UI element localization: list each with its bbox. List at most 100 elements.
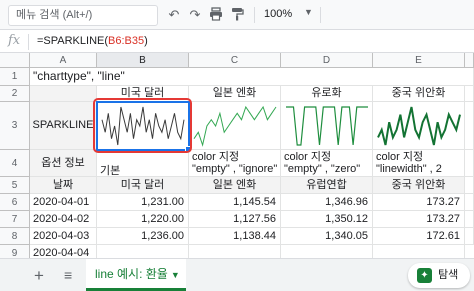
cell-a4[interactable]: 옵션 정보 <box>30 150 97 177</box>
table-cell[interactable]: 173.27 <box>373 194 465 211</box>
table-cell[interactable]: 2020-04-03 <box>30 228 97 245</box>
cell-a3[interactable]: SPARKLINE <box>30 102 97 150</box>
formula-prefix: =SPARKLINE( <box>37 35 109 47</box>
cell-b5[interactable]: 미국 달러 <box>97 177 189 194</box>
cell-f4[interactable] <box>465 150 474 177</box>
cell-c4[interactable]: color 지정 "empty" , "ignore" <box>189 150 281 177</box>
row-header[interactable]: 7 <box>0 211 30 228</box>
column-header-a[interactable]: A <box>30 53 97 68</box>
cell-d2[interactable]: 유로화 <box>281 86 373 102</box>
explore-label: 탐색 <box>438 269 459 281</box>
sheet-tab-bar: + ≡ line 예시: 환율 ▼ ✦ 탐색 <box>0 258 474 291</box>
table-cell[interactable] <box>465 194 474 211</box>
column-header-e[interactable]: E <box>373 53 465 68</box>
table-cell[interactable]: 1,127.56 <box>189 211 281 228</box>
cell-e2[interactable]: 중국 위안화 <box>373 86 465 102</box>
cell-b3[interactable] <box>97 102 189 150</box>
column-header-b[interactable]: B <box>97 53 189 68</box>
cell-e3[interactable] <box>373 102 465 150</box>
table-cell[interactable]: 1,220.00 <box>97 211 189 228</box>
cell-d5[interactable]: 유럽연합 <box>281 177 373 194</box>
column-header-c[interactable]: C <box>189 53 281 68</box>
row-header[interactable]: 4 <box>0 150 30 177</box>
toolbar: 메뉴 검색 (Alt+/) ↶ ↷ 100% ▼ <box>0 0 474 30</box>
chevron-down-icon[interactable]: ▼ <box>304 7 313 17</box>
row-header[interactable]: 3 <box>0 102 30 150</box>
print-icon[interactable] <box>208 7 224 23</box>
column-header-f[interactable] <box>465 53 474 68</box>
formula-bar: fx =SPARKLINE(B6:B35) <box>0 31 474 53</box>
table-cell[interactable]: 173.27 <box>373 211 465 228</box>
table-cell[interactable]: 1,346.96 <box>281 194 373 211</box>
formula-divider <box>28 34 29 50</box>
zoom-select[interactable]: 100% <box>264 8 292 20</box>
undo-icon[interactable]: ↶ <box>166 7 182 23</box>
formula-input[interactable]: =SPARKLINE(B6:B35) <box>37 35 148 47</box>
cell-e4[interactable]: color 지정 "linewidth" , 2 <box>373 150 465 177</box>
row-header[interactable]: 5 <box>0 177 30 194</box>
cell-a5[interactable]: 날짜 <box>30 177 97 194</box>
table-cell[interactable] <box>281 245 373 258</box>
column-header-d[interactable]: D <box>281 53 373 68</box>
cell-a1[interactable]: "charttype", "line" <box>30 68 474 86</box>
table-cell[interactable]: 1,138.44 <box>189 228 281 245</box>
row-header[interactable]: 6 <box>0 194 30 211</box>
option-line: "empty" , "zero" <box>284 163 361 175</box>
cell-b2[interactable]: 미국 달러 <box>97 86 189 102</box>
toolbar-divider <box>254 7 255 23</box>
cell-a2[interactable] <box>30 86 97 102</box>
all-sheets-icon[interactable]: ≡ <box>64 267 72 283</box>
formula-range-ref: B6:B35 <box>108 35 145 47</box>
table-cell[interactable] <box>373 245 465 258</box>
row-header[interactable]: 9 <box>0 245 30 258</box>
sheet-tab-label: line 예시: 환율 <box>95 267 168 281</box>
cell-c3[interactable] <box>189 102 281 150</box>
cell-f2[interactable] <box>465 86 474 102</box>
sheet-tab-active[interactable]: line 예시: 환율 ▼ <box>86 259 186 291</box>
table-cell[interactable] <box>465 228 474 245</box>
cell-d4[interactable]: color 지정 "empty" , "zero" <box>281 150 373 177</box>
fx-icon: fx <box>8 33 21 48</box>
cell-c2[interactable]: 일본 엔화 <box>189 86 281 102</box>
cell-c5[interactable]: 일본 엔화 <box>189 177 281 194</box>
cell-f5[interactable] <box>465 177 474 194</box>
table-cell[interactable] <box>465 211 474 228</box>
table-cell[interactable]: 1,350.12 <box>281 211 373 228</box>
option-line: color 지정 <box>192 151 240 163</box>
sparkline-jpy <box>193 105 277 147</box>
cell-b4[interactable]: 기본 <box>97 150 189 177</box>
table-cell[interactable]: 2020-04-01 <box>30 194 97 211</box>
table-cell[interactable] <box>189 245 281 258</box>
cell-e5[interactable]: 중국 위안화 <box>373 177 465 194</box>
explore-button[interactable]: ✦ 탐색 <box>408 263 470 288</box>
table-cell[interactable]: 2020-04-04 <box>30 245 97 258</box>
option-line: color 지정 <box>284 151 332 163</box>
table-cell[interactable]: 172.61 <box>373 228 465 245</box>
search-menu-input[interactable]: 메뉴 검색 (Alt+/) <box>8 5 158 26</box>
select-all-corner[interactable] <box>0 53 30 68</box>
table-cell[interactable]: 2020-04-02 <box>30 211 97 228</box>
row-header[interactable]: 2 <box>0 86 30 102</box>
add-sheet-icon[interactable]: + <box>34 266 44 286</box>
toolbar-divider <box>320 7 321 23</box>
option-line: "empty" , "ignore" <box>192 163 278 175</box>
formula-suffix: ) <box>144 35 148 47</box>
chevron-down-icon[interactable]: ▼ <box>171 270 180 280</box>
paint-format-icon[interactable] <box>229 7 245 23</box>
spreadsheet-grid: A B C D E 1 2 3 4 5 6 7 8 9 "charttype",… <box>0 53 474 258</box>
cell-d3[interactable] <box>281 102 373 150</box>
table-cell[interactable]: 1,340.05 <box>281 228 373 245</box>
sparkline-eur <box>286 106 368 146</box>
row-header[interactable]: 8 <box>0 228 30 245</box>
sparkline-cny <box>377 106 461 146</box>
table-cell[interactable]: 1,231.00 <box>97 194 189 211</box>
table-cell[interactable] <box>97 245 189 258</box>
cell-f3[interactable] <box>465 102 474 150</box>
explore-icon: ✦ <box>417 268 432 283</box>
table-cell[interactable]: 1,236.00 <box>97 228 189 245</box>
fill-handle[interactable] <box>185 146 191 152</box>
sparkline-usd <box>101 106 185 146</box>
table-cell[interactable]: 1,145.54 <box>189 194 281 211</box>
redo-icon[interactable]: ↷ <box>187 7 203 23</box>
row-header[interactable]: 1 <box>0 68 30 86</box>
